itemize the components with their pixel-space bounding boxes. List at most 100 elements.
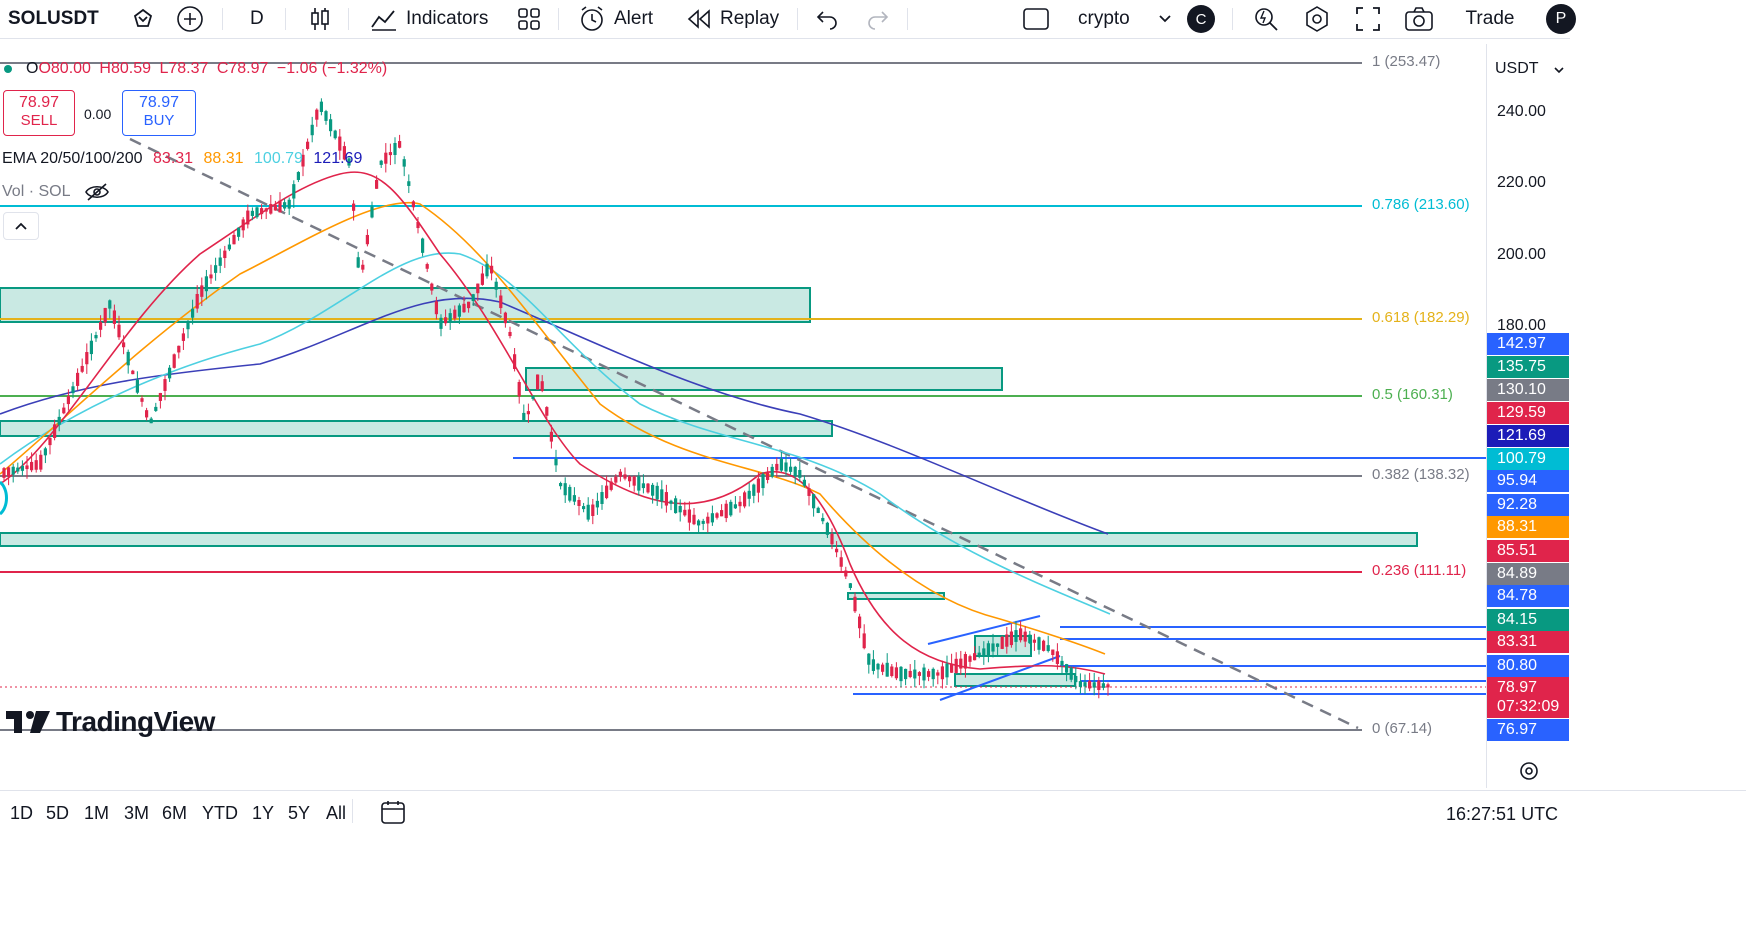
redo-icon[interactable] [866,0,890,38]
sell-price: 78.97 [18,94,60,111]
volume-legend[interactable]: Vol · SOL [2,182,110,202]
candle-body [1046,645,1050,652]
candle-body [1009,631,1013,646]
candle-body [467,301,471,309]
utc-clock[interactable]: 16:27:51 UTC [1446,804,1558,825]
candle-body [853,596,857,612]
candle-body [439,317,443,329]
price-scale[interactable]: USDT 240.00 220.00 200.00 180.00 142.97 135.… [1486,44,1571,788]
sell-button[interactable]: 78.97 SELL [3,90,75,136]
candle-body [954,658,958,673]
chevron-down-icon[interactable] [1158,0,1172,38]
candle-body [421,238,425,253]
range-button-all[interactable]: All [326,803,346,824]
interval-button[interactable]: D [250,0,264,38]
layout-square-icon[interactable] [1022,0,1050,38]
candle-body [628,476,632,482]
candle-body [605,485,609,499]
candle-body [416,221,420,229]
range-button-5d[interactable]: 5D [46,803,69,824]
trade-button[interactable]: Trade [1450,0,1530,38]
candle-body [917,672,921,676]
ema20-value: 83.31 [153,150,194,167]
collapse-legend-button[interactable] [3,212,39,240]
candles [2,98,1110,699]
chart-settings-icon[interactable] [1518,760,1540,787]
candle-body [848,583,852,588]
candle-body [1032,639,1036,643]
range-button-1m[interactable]: 1M [84,803,109,824]
price-label: 85.51 [1487,540,1569,562]
candle-body [968,656,972,662]
candle-body [324,111,328,121]
chevron-down-icon[interactable] [1553,66,1565,74]
favorite-icon[interactable] [130,0,156,38]
date-range-calendar-icon[interactable] [380,799,406,830]
ema100-value: 100.79 [254,150,303,167]
candle-body [802,479,806,486]
candle-body [131,370,135,375]
currency-selector[interactable]: USDT [1495,60,1539,78]
ema200-value: 121.69 [313,150,363,167]
candle-body [789,466,793,472]
candle-body [572,495,576,502]
buy-button[interactable]: 78.97 BUY [122,90,196,136]
candle-body [425,264,429,269]
chart-type-icon[interactable] [308,0,332,38]
candle-body [250,210,254,216]
profile-avatar[interactable]: P [1546,0,1576,38]
price-label: 88.31 [1487,516,1569,538]
range-button-3m[interactable]: 3M [124,803,149,824]
right-margin [1570,38,1746,792]
candle-body [112,310,116,324]
range-button-1y[interactable]: 1Y [252,803,274,824]
candle-body [922,667,926,681]
candle-body [913,669,917,679]
candle-body [191,308,195,318]
candle-body [775,463,779,471]
candle-body [899,666,903,682]
candle-body [881,664,885,672]
candle-body [154,406,158,411]
replay-button[interactable]: Replay [686,0,779,38]
candle-body [867,653,871,665]
layout-name[interactable]: crypto [1078,0,1130,38]
candle-body [163,379,167,391]
fullscreen-icon[interactable] [1355,0,1381,38]
candle-body [237,227,241,237]
range-button-1d[interactable]: 1D [10,803,33,824]
candle-body [669,500,673,504]
range-button-5y[interactable]: 5Y [288,803,310,824]
candle-body [798,469,802,478]
candle-body [738,501,742,507]
undo-icon[interactable] [815,0,839,38]
range-button-6m[interactable]: 6M [162,803,187,824]
range-button-ytd[interactable]: YTD [202,803,238,824]
candle-body [563,483,567,496]
alert-button[interactable]: Alert [578,0,653,38]
candle-body [1106,684,1110,688]
quick-search-icon[interactable] [1252,0,1280,38]
settings-icon[interactable] [1303,0,1331,38]
eye-hidden-icon[interactable] [84,182,110,202]
ema-legend[interactable]: EMA 20/50/100/200 83.31 88.31 100.79 121… [2,150,362,168]
templates-icon[interactable] [517,0,541,38]
price-label: 84.15 [1487,609,1569,631]
symbol-search[interactable]: SOLUSDT [8,0,99,38]
price-label: 76.97 [1487,719,1569,741]
candle-body [53,424,57,438]
candle-body [651,484,655,496]
candle-body [172,354,176,368]
candle-body [103,307,107,323]
avatar[interactable]: C [1187,0,1215,38]
compare-add-icon[interactable] [175,0,205,38]
snapshot-camera-icon[interactable] [1404,0,1434,38]
candle-body [255,207,259,218]
indicators-button[interactable]: Indicators [370,0,488,38]
interval-label: D [250,8,264,29]
candle-body [996,643,1000,647]
chart-pane[interactable]: OO80.00 H80.59 L78.37 C78.97 −1.06 (−1.3… [0,44,1486,788]
candle-body [540,381,544,391]
candle-body [1092,682,1096,688]
candle-body [227,244,231,250]
